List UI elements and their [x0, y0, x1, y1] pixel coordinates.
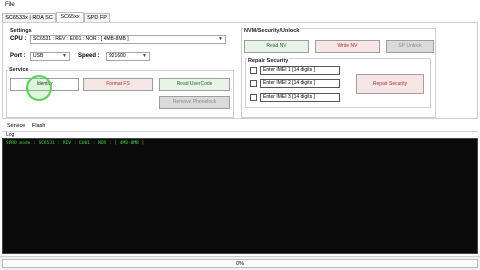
speed-select-value: 921600: [109, 53, 126, 59]
menu-file[interactable]: File: [5, 2, 15, 8]
imei1-checkbox[interactable]: [250, 67, 257, 74]
progress-percent: 0%: [236, 261, 244, 267]
click-highlight: [26, 75, 52, 101]
speed-label: Speed :: [78, 53, 100, 59]
imei2-checkbox[interactable]: [250, 80, 257, 87]
tab-service[interactable]: Service: [7, 123, 25, 129]
read-nv-button[interactable]: Read NV: [244, 40, 309, 53]
repair-title: Repair Security: [247, 58, 290, 64]
chevron-down-icon: ▼: [218, 36, 223, 42]
write-nv-button[interactable]: Write NV: [315, 40, 380, 53]
port-select[interactable]: USB ▼: [30, 52, 70, 61]
chevron-down-icon: ▼: [142, 53, 147, 59]
cpu-label: CPU :: [10, 36, 27, 42]
imei1-input[interactable]: Enter IMEI 1 [14 digits ]: [260, 66, 340, 75]
imei3-input[interactable]: Enter IMEI 3 [14 digits ]: [260, 93, 340, 102]
nvm-title: NVM/Security/Unlock: [243, 28, 301, 34]
log-line: SPRD mode : SC6531 : REV : E001 : NOR : …: [6, 141, 145, 146]
log-tabs: Service Flash: [4, 122, 478, 131]
port-label: Port :: [10, 53, 26, 59]
repair-security-button[interactable]: Repair Security: [356, 74, 424, 94]
speed-select[interactable]: 921600 ▼: [106, 52, 150, 61]
divider: [2, 131, 478, 132]
tab-flash[interactable]: Flash: [32, 123, 45, 129]
log-console[interactable]: SPRD mode : SC6531 : REV : E001 : NOR : …: [2, 138, 478, 254]
read-usercode-button[interactable]: Read UserCode: [159, 78, 230, 91]
chevron-down-icon: ▼: [62, 53, 67, 59]
service-title: Service: [8, 67, 30, 73]
status-bar: 0%: [0, 256, 480, 270]
cpu-select-value: SC6531 : REV : E001 : NOR : [ 4MB-8MB ]: [33, 36, 129, 42]
format-fs-button[interactable]: Format FS: [83, 78, 153, 91]
sp-unlock-button[interactable]: SP Unlock: [386, 40, 434, 53]
remove-phonelock-button[interactable]: Remove Phonelock: [159, 96, 230, 109]
imei3-checkbox[interactable]: [250, 94, 257, 101]
imei2-input[interactable]: Enter IMEI 2 [14 digits ]: [260, 79, 340, 88]
settings-title: Settings: [10, 28, 32, 34]
menu-bar: File: [0, 0, 480, 11]
port-select-value: USB: [33, 53, 44, 59]
progress-bar: 0%: [2, 259, 478, 268]
cpu-select[interactable]: SC6531 : REV : E001 : NOR : [ 4MB-8MB ] …: [30, 35, 226, 44]
